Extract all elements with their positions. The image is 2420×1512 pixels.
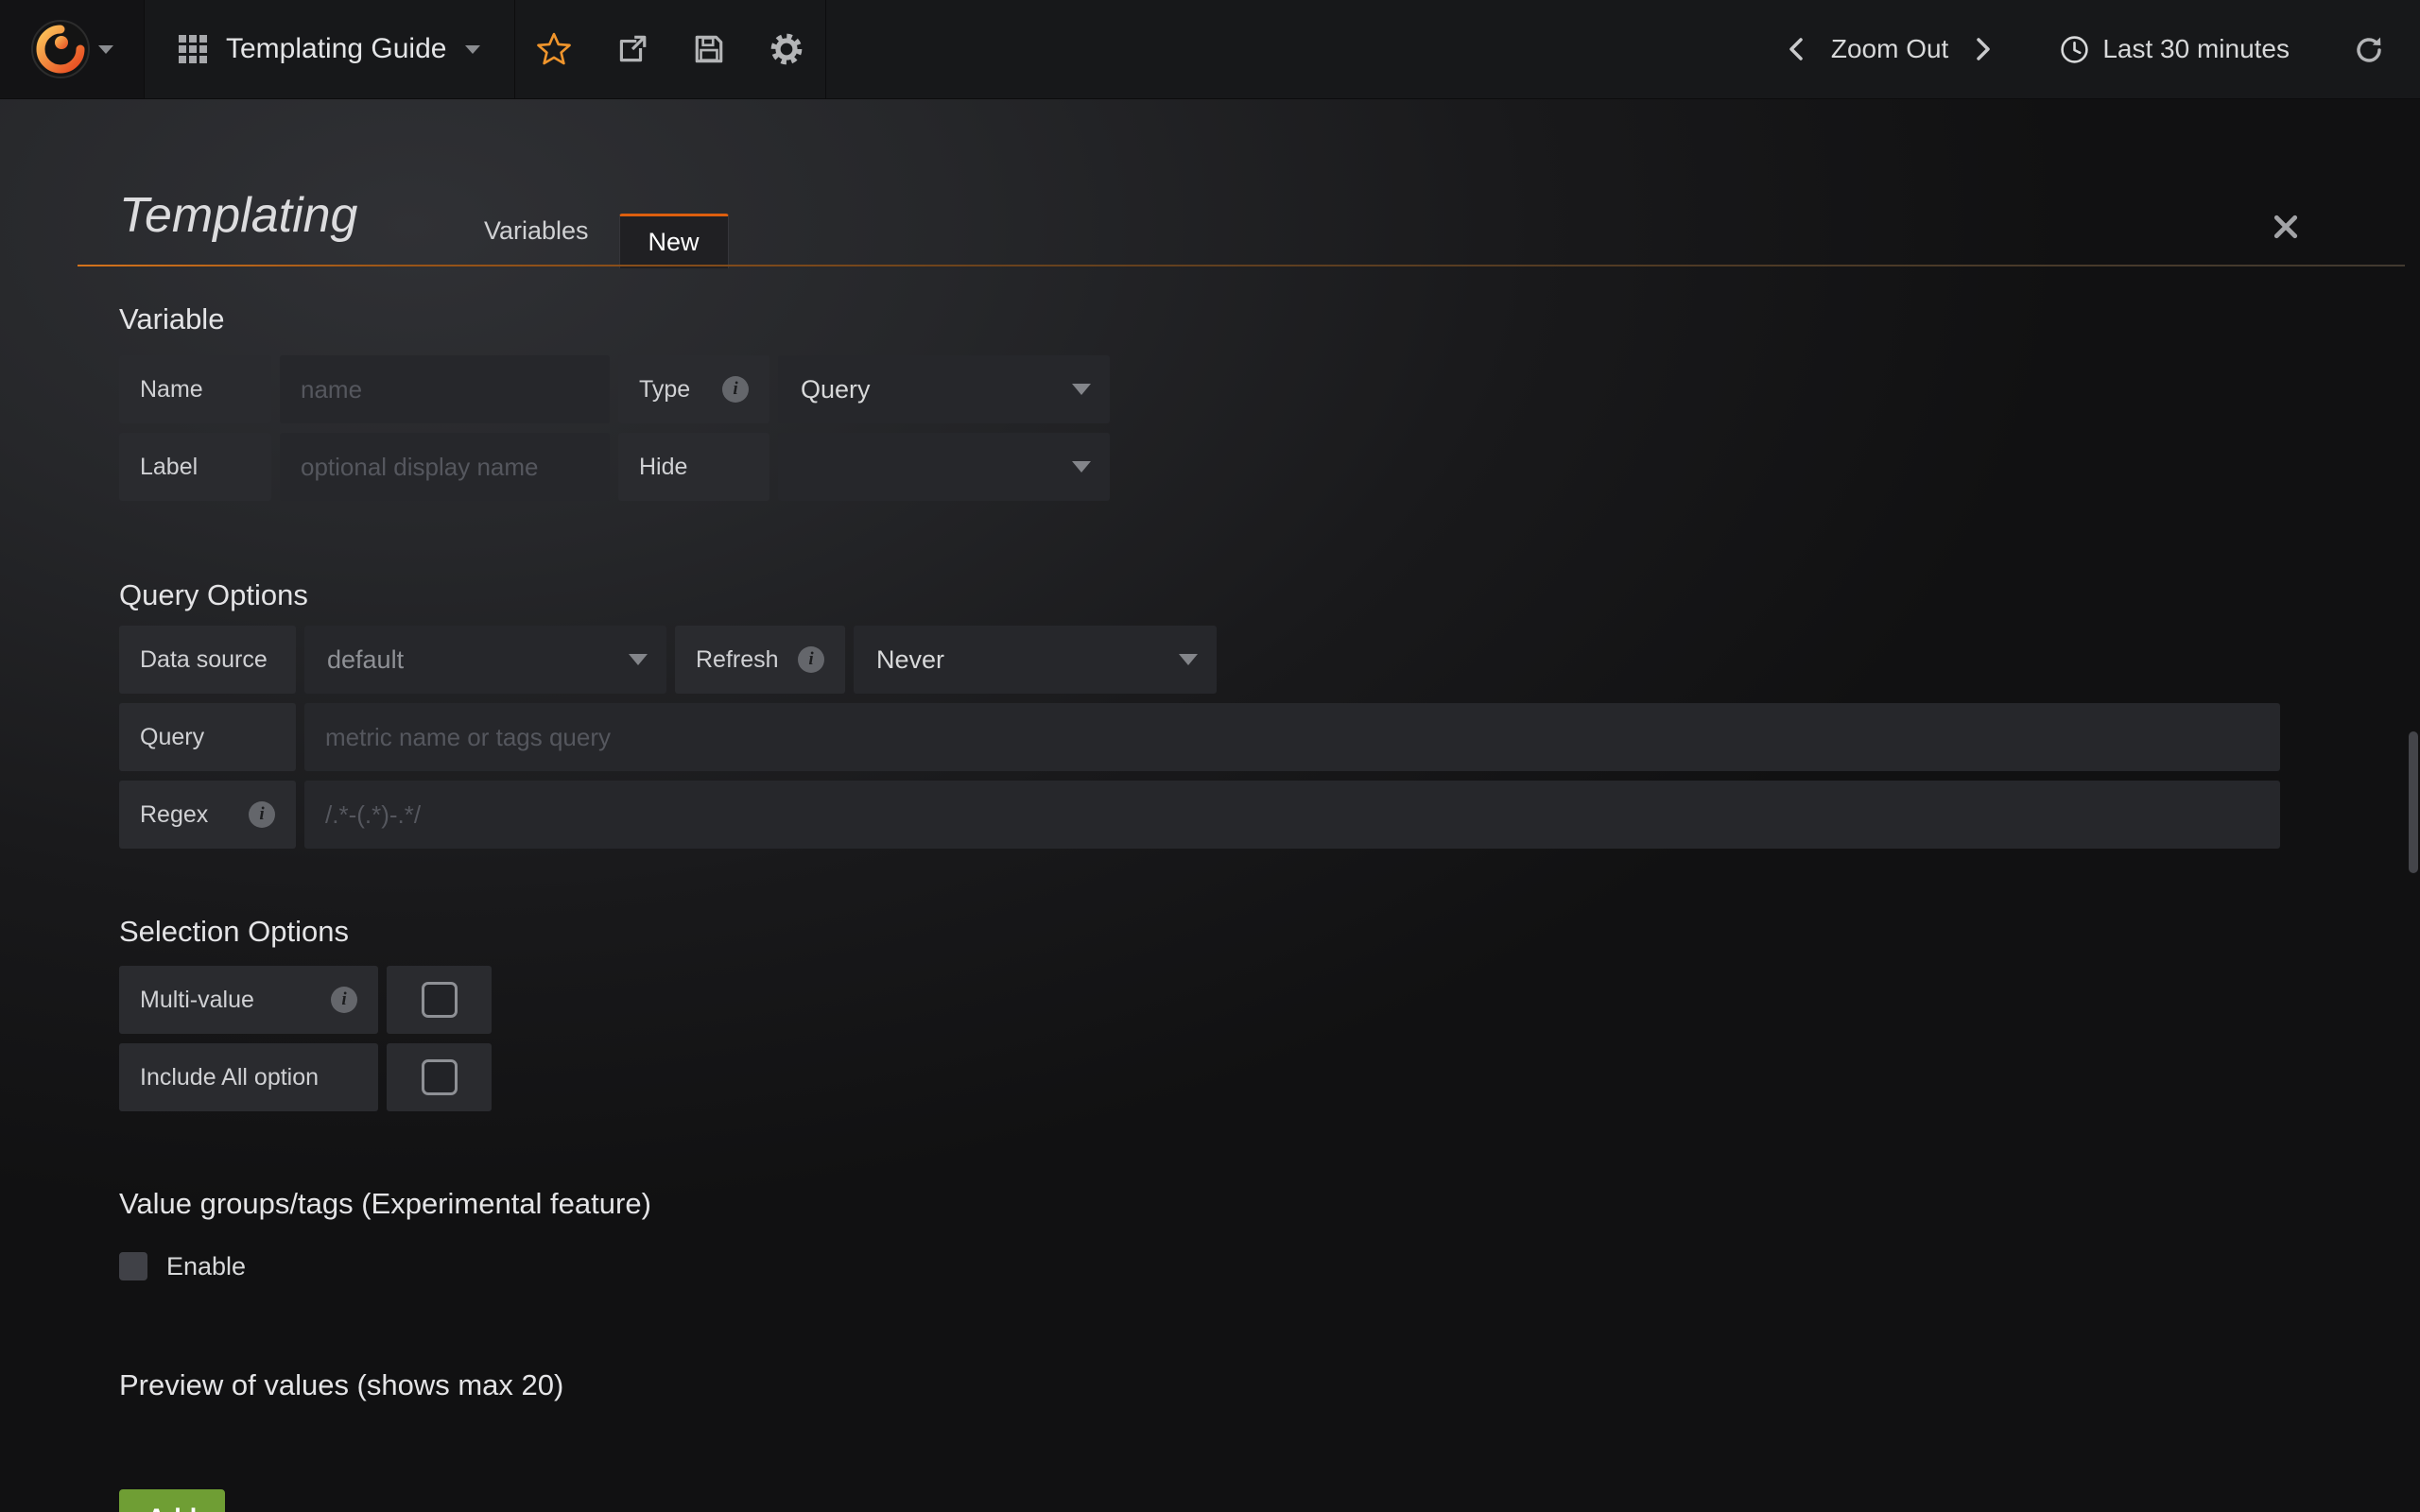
regex-info-icon[interactable] [249, 801, 275, 828]
time-controls: Zoom Out Last 30 minutes [1769, 0, 2420, 98]
dashboard-title: Templating Guide [226, 33, 446, 65]
gear-icon [769, 31, 804, 67]
regex-label: Regex [119, 781, 296, 849]
type-select-value: Query [801, 375, 871, 404]
time-range-picker-button[interactable]: Last 30 minutes [2035, 34, 2314, 64]
refresh-select[interactable]: Never [854, 626, 1217, 694]
page-header: Templating Variables New [78, 98, 2405, 266]
page-title: Templating [119, 187, 357, 244]
multi-value-label: Multi-value [119, 966, 378, 1034]
close-button[interactable] [2273, 214, 2299, 240]
include-all-row: Include All option [119, 1043, 2420, 1111]
caret-down-icon [1179, 654, 1198, 665]
enable-row: Enable [119, 1246, 2420, 1287]
query-options-heading: Query Options [119, 578, 2420, 612]
datasource-select[interactable]: default [304, 626, 666, 694]
datasource-label: Data source [119, 626, 296, 694]
datasource-select-value: default [327, 645, 404, 675]
enable-label: Enable [166, 1252, 246, 1281]
checkbox-square [422, 982, 458, 1018]
caret-down-icon [465, 45, 480, 54]
type-select[interactable]: Query [778, 355, 1110, 423]
hide-select[interactable] [778, 433, 1110, 501]
dashboard-toolbar [515, 0, 826, 98]
refresh-icon [2353, 33, 2385, 65]
selection-options-heading: Selection Options [119, 915, 2420, 949]
datasource-row: Data source default Refresh Never [119, 626, 2420, 694]
value-groups-heading: Value groups/tags (Experimental feature) [119, 1187, 2420, 1221]
multi-value-checkbox[interactable] [387, 966, 492, 1034]
navbar: Templating Guide [0, 0, 2420, 99]
tab-new[interactable]: New [619, 214, 729, 268]
grafana-menu-button[interactable] [0, 0, 144, 98]
clock-icon [2060, 35, 2089, 64]
query-row: Query [119, 703, 2420, 771]
name-input[interactable] [280, 355, 610, 423]
label-input[interactable] [280, 433, 610, 501]
star-icon [537, 32, 571, 66]
grafana-logo-icon [30, 19, 91, 79]
tab-variables[interactable]: Variables [454, 216, 619, 266]
caret-down-icon [1072, 384, 1091, 395]
refresh-button[interactable] [2335, 0, 2403, 98]
refresh-label-text: Refresh [696, 646, 779, 674]
settings-tabs: Variables New [454, 214, 729, 266]
multi-value-info-icon[interactable] [331, 987, 357, 1013]
type-info-icon[interactable] [722, 376, 749, 403]
time-shift-forward-button[interactable] [1956, 0, 2011, 98]
variable-editor-form: Variable Name Type Query Label Hide Quer… [119, 266, 2420, 1512]
share-button[interactable] [593, 0, 670, 98]
time-shift-back-button[interactable] [1769, 0, 1824, 98]
multi-value-label-text: Multi-value [140, 987, 254, 1014]
dashboard-grid-icon [179, 35, 207, 63]
dashboard-settings-view: Templating Variables New Variable Name T… [0, 98, 2420, 1512]
enable-checkbox[interactable] [119, 1252, 147, 1280]
scrollbar-thumb[interactable] [2409, 731, 2418, 873]
include-all-checkbox[interactable] [387, 1043, 492, 1111]
label-label: Label [119, 433, 271, 501]
favorite-button[interactable] [515, 0, 593, 98]
regex-input[interactable] [304, 781, 2280, 849]
variable-label-row: Label Hide [119, 433, 2420, 501]
checkbox-square [422, 1059, 458, 1095]
include-all-label: Include All option [119, 1043, 378, 1111]
regex-row: Regex [119, 781, 2420, 849]
name-label: Name [119, 355, 271, 423]
hide-label: Hide [618, 433, 769, 501]
zoom-out-button[interactable]: Zoom Out [1824, 34, 1956, 64]
close-icon [2273, 214, 2299, 240]
variable-section-heading: Variable [119, 302, 2420, 336]
variable-name-row: Name Type Query [119, 355, 2420, 423]
type-label: Type [618, 355, 769, 423]
settings-button[interactable] [748, 0, 825, 98]
regex-label-text: Regex [140, 801, 208, 829]
multi-value-row: Multi-value [119, 966, 2420, 1034]
share-icon [614, 32, 648, 66]
save-button[interactable] [670, 0, 748, 98]
refresh-info-icon[interactable] [798, 646, 824, 673]
refresh-select-value: Never [876, 645, 944, 675]
dashboard-title-button[interactable]: Templating Guide [144, 0, 515, 98]
save-icon [692, 32, 726, 66]
caret-down-icon [1072, 461, 1091, 472]
chevron-left-icon [1784, 34, 1808, 64]
caret-down-icon [629, 654, 648, 665]
caret-down-icon [98, 45, 113, 54]
query-label: Query [119, 703, 296, 771]
type-label-text: Type [639, 376, 690, 404]
add-button[interactable]: Add [119, 1489, 225, 1512]
query-input[interactable] [304, 703, 2280, 771]
refresh-label: Refresh [675, 626, 845, 694]
time-range-label: Last 30 minutes [2102, 34, 2290, 64]
navbar-spacer [826, 0, 1768, 98]
preview-heading: Preview of values (shows max 20) [119, 1368, 2420, 1402]
chevron-right-icon [1971, 34, 1996, 64]
